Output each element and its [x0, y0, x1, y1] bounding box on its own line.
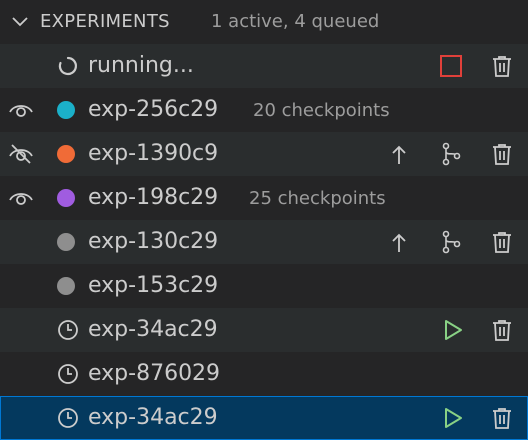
- clock-icon: [58, 408, 78, 428]
- row-description: 20 checkpoints: [253, 100, 390, 121]
- branch-icon[interactable]: [439, 230, 463, 254]
- row-description: 25 checkpoints: [249, 188, 386, 209]
- row-label: exp-130c29: [88, 229, 219, 254]
- row-label: exp-1390c9: [88, 141, 219, 166]
- tree-row-exp[interactable]: exp-198c29 25 checkpoints: [0, 176, 528, 220]
- orange-dot-icon: [57, 145, 75, 163]
- tree-row-queued[interactable]: exp-34ac29: [0, 308, 528, 352]
- tree-row-exp[interactable]: exp-256c29 20 checkpoints: [0, 88, 528, 132]
- row-label: exp-256c29: [88, 97, 219, 122]
- row-label: exp-34ac29: [88, 405, 218, 430]
- gray-dot-icon: [57, 277, 75, 295]
- trash-icon[interactable]: [490, 142, 514, 166]
- experiments-section-header[interactable]: EXPERIMENTS 1 active, 4 queued: [0, 0, 528, 44]
- tree-row-checkpoint[interactable]: exp-130c29: [0, 220, 528, 264]
- push-icon[interactable]: [387, 142, 411, 166]
- row-label: exp-34ac29: [88, 317, 218, 342]
- chevron-down-icon[interactable]: [10, 14, 30, 30]
- spinner-icon: [58, 56, 77, 76]
- tree-row-exp[interactable]: exp-1390c9: [0, 132, 528, 176]
- trash-icon[interactable]: [490, 406, 514, 430]
- eye-icon[interactable]: [8, 186, 34, 210]
- section-title: EXPERIMENTS: [40, 11, 170, 32]
- play-icon[interactable]: [441, 318, 465, 342]
- purple-dot-icon: [57, 189, 75, 207]
- trash-icon[interactable]: [490, 54, 514, 78]
- tree-row-queued[interactable]: exp-876029: [0, 352, 528, 396]
- eye-closed-icon[interactable]: [8, 142, 34, 166]
- trash-icon[interactable]: [490, 230, 514, 254]
- row-label: exp-876029: [88, 361, 221, 386]
- tree-row-checkpoint[interactable]: exp-153c29: [0, 264, 528, 308]
- row-label: running...: [88, 53, 194, 78]
- section-description: 1 active, 4 queued: [211, 11, 380, 32]
- teal-dot-icon: [57, 101, 75, 119]
- trash-icon[interactable]: [490, 318, 514, 342]
- tree-row-queued-selected[interactable]: exp-34ac29: [0, 396, 528, 440]
- clock-icon: [58, 364, 78, 384]
- stop-icon[interactable]: [439, 54, 463, 78]
- clock-icon: [58, 320, 78, 340]
- play-icon[interactable]: [441, 406, 465, 430]
- tree-row-running[interactable]: running...: [0, 44, 528, 88]
- row-label: exp-198c29: [88, 185, 219, 210]
- eye-icon[interactable]: [8, 98, 34, 122]
- branch-icon[interactable]: [439, 142, 463, 166]
- push-icon[interactable]: [387, 230, 411, 254]
- row-label: exp-153c29: [88, 273, 219, 298]
- gray-dot-icon: [57, 233, 75, 251]
